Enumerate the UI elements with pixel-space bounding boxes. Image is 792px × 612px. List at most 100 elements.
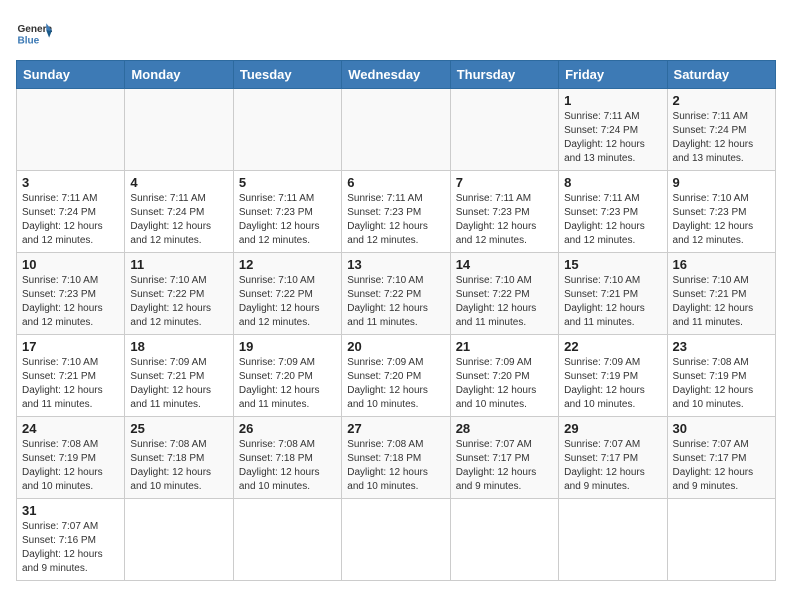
- week-row-5: 24Sunrise: 7:08 AM Sunset: 7:19 PM Dayli…: [17, 417, 776, 499]
- day-info: Sunrise: 7:11 AM Sunset: 7:23 PM Dayligh…: [239, 192, 336, 248]
- day-cell: [342, 89, 450, 171]
- day-number: 19: [239, 339, 336, 354]
- day-info: Sunrise: 7:10 AM Sunset: 7:21 PM Dayligh…: [22, 356, 119, 412]
- day-cell: 12 Sunrise: 7:10 AM Sunset: 7:22 PM Dayli…: [233, 253, 341, 335]
- day-cell: [233, 499, 341, 581]
- day-number: 12: [239, 257, 336, 272]
- day-info: Sunrise: 7:07 AM Sunset: 7:16 PM Dayligh…: [22, 520, 119, 576]
- day-number: 29: [564, 421, 661, 436]
- day-number: 11: [130, 257, 227, 272]
- calendar-table: SundayMondayTuesdayWednesdayThursdayFrid…: [16, 60, 776, 581]
- day-number: 23: [673, 339, 770, 354]
- day-cell: [667, 499, 775, 581]
- day-number: 9: [673, 175, 770, 190]
- day-cell: [342, 499, 450, 581]
- logo: General Blue: [16, 16, 52, 52]
- day-cell: [17, 89, 125, 171]
- day-cell: 30 Sunrise: 7:07 AM Sunset: 7:17 PM Dayli…: [667, 417, 775, 499]
- day-number: 18: [130, 339, 227, 354]
- col-header-friday: Friday: [559, 61, 667, 89]
- day-info: Sunrise: 7:09 AM Sunset: 7:21 PM Dayligh…: [130, 356, 227, 412]
- day-info: Sunrise: 7:10 AM Sunset: 7:23 PM Dayligh…: [673, 192, 770, 248]
- day-cell: 27 Sunrise: 7:08 AM Sunset: 7:18 PM Dayli…: [342, 417, 450, 499]
- day-number: 6: [347, 175, 444, 190]
- day-cell: [450, 89, 558, 171]
- day-number: 8: [564, 175, 661, 190]
- day-number: 21: [456, 339, 553, 354]
- day-number: 31: [22, 503, 119, 518]
- week-row-4: 17 Sunrise: 7:10 AM Sunset: 7:21 PM Dayli…: [17, 335, 776, 417]
- day-cell: 20 Sunrise: 7:09 AM Sunset: 7:20 PM Dayli…: [342, 335, 450, 417]
- day-info: Sunrise: 7:08 AM Sunset: 7:18 PM Dayligh…: [239, 438, 336, 494]
- header: General Blue: [16, 16, 776, 52]
- day-info: Sunrise: 7:11 AM Sunset: 7:23 PM Dayligh…: [564, 192, 661, 248]
- day-number: 13: [347, 257, 444, 272]
- day-info: Sunrise: 7:11 AM Sunset: 7:24 PM Dayligh…: [22, 192, 119, 248]
- day-cell: 19 Sunrise: 7:09 AM Sunset: 7:20 PM Dayli…: [233, 335, 341, 417]
- day-info: Sunrise: 7:07 AM Sunset: 7:17 PM Dayligh…: [673, 438, 770, 494]
- day-number: 3: [22, 175, 119, 190]
- day-info: Sunrise: 7:10 AM Sunset: 7:22 PM Dayligh…: [456, 274, 553, 330]
- day-cell: 16Sunrise: 7:10 AM Sunset: 7:21 PM Dayli…: [667, 253, 775, 335]
- day-info: Sunrise: 7:11 AM Sunset: 7:23 PM Dayligh…: [456, 192, 553, 248]
- day-info: Sunrise: 7:09 AM Sunset: 7:20 PM Dayligh…: [347, 356, 444, 412]
- day-cell: 21 Sunrise: 7:09 AM Sunset: 7:20 PM Dayli…: [450, 335, 558, 417]
- day-cell: 10Sunrise: 7:10 AM Sunset: 7:23 PM Dayli…: [17, 253, 125, 335]
- day-number: 26: [239, 421, 336, 436]
- day-info: Sunrise: 7:10 AM Sunset: 7:23 PM Dayligh…: [22, 274, 119, 330]
- day-number: 4: [130, 175, 227, 190]
- day-cell: 29Sunrise: 7:07 AM Sunset: 7:17 PM Dayli…: [559, 417, 667, 499]
- day-cell: [125, 499, 233, 581]
- day-info: Sunrise: 7:11 AM Sunset: 7:24 PM Dayligh…: [564, 110, 661, 166]
- day-cell: 23Sunrise: 7:08 AM Sunset: 7:19 PM Dayli…: [667, 335, 775, 417]
- day-cell: 17 Sunrise: 7:10 AM Sunset: 7:21 PM Dayli…: [17, 335, 125, 417]
- day-number: 24: [22, 421, 119, 436]
- day-cell: [233, 89, 341, 171]
- day-cell: 14Sunrise: 7:10 AM Sunset: 7:22 PM Dayli…: [450, 253, 558, 335]
- day-info: Sunrise: 7:10 AM Sunset: 7:22 PM Dayligh…: [130, 274, 227, 330]
- col-header-thursday: Thursday: [450, 61, 558, 89]
- day-info: Sunrise: 7:08 AM Sunset: 7:18 PM Dayligh…: [130, 438, 227, 494]
- week-row-3: 10Sunrise: 7:10 AM Sunset: 7:23 PM Dayli…: [17, 253, 776, 335]
- day-info: Sunrise: 7:09 AM Sunset: 7:20 PM Dayligh…: [456, 356, 553, 412]
- day-number: 28: [456, 421, 553, 436]
- day-cell: 18 Sunrise: 7:09 AM Sunset: 7:21 PM Dayli…: [125, 335, 233, 417]
- day-cell: 11 Sunrise: 7:10 AM Sunset: 7:22 PM Dayli…: [125, 253, 233, 335]
- day-info: Sunrise: 7:10 AM Sunset: 7:22 PM Dayligh…: [347, 274, 444, 330]
- col-header-tuesday: Tuesday: [233, 61, 341, 89]
- day-cell: 7 Sunrise: 7:11 AM Sunset: 7:23 PM Daylig…: [450, 171, 558, 253]
- day-cell: [125, 89, 233, 171]
- day-info: Sunrise: 7:09 AM Sunset: 7:19 PM Dayligh…: [564, 356, 661, 412]
- day-cell: 24Sunrise: 7:08 AM Sunset: 7:19 PM Dayli…: [17, 417, 125, 499]
- day-info: Sunrise: 7:10 AM Sunset: 7:21 PM Dayligh…: [673, 274, 770, 330]
- day-number: 22: [564, 339, 661, 354]
- day-info: Sunrise: 7:07 AM Sunset: 7:17 PM Dayligh…: [456, 438, 553, 494]
- day-number: 27: [347, 421, 444, 436]
- svg-text:Blue: Blue: [17, 35, 39, 46]
- day-number: 5: [239, 175, 336, 190]
- day-cell: 25Sunrise: 7:08 AM Sunset: 7:18 PM Dayli…: [125, 417, 233, 499]
- day-cell: 3 Sunrise: 7:11 AM Sunset: 7:24 PM Daylig…: [17, 171, 125, 253]
- day-info: Sunrise: 7:08 AM Sunset: 7:18 PM Dayligh…: [347, 438, 444, 494]
- day-cell: 6 Sunrise: 7:11 AM Sunset: 7:23 PM Daylig…: [342, 171, 450, 253]
- logo-icon: General Blue: [16, 16, 52, 52]
- day-cell: [559, 499, 667, 581]
- day-info: Sunrise: 7:10 AM Sunset: 7:22 PM Dayligh…: [239, 274, 336, 330]
- day-number: 20: [347, 339, 444, 354]
- day-cell: 13 Sunrise: 7:10 AM Sunset: 7:22 PM Dayli…: [342, 253, 450, 335]
- day-number: 17: [22, 339, 119, 354]
- day-number: 2: [673, 93, 770, 108]
- day-info: Sunrise: 7:11 AM Sunset: 7:24 PM Dayligh…: [130, 192, 227, 248]
- day-info: Sunrise: 7:09 AM Sunset: 7:20 PM Dayligh…: [239, 356, 336, 412]
- day-number: 15: [564, 257, 661, 272]
- day-info: Sunrise: 7:11 AM Sunset: 7:23 PM Dayligh…: [347, 192, 444, 248]
- day-number: 7: [456, 175, 553, 190]
- day-cell: 8 Sunrise: 7:11 AM Sunset: 7:23 PM Daylig…: [559, 171, 667, 253]
- day-cell: 9 Sunrise: 7:10 AM Sunset: 7:23 PM Daylig…: [667, 171, 775, 253]
- day-cell: 1 Sunrise: 7:11 AM Sunset: 7:24 PM Daylig…: [559, 89, 667, 171]
- day-cell: 5 Sunrise: 7:11 AM Sunset: 7:23 PM Daylig…: [233, 171, 341, 253]
- day-number: 30: [673, 421, 770, 436]
- day-cell: 28 Sunrise: 7:07 AM Sunset: 7:17 PM Dayli…: [450, 417, 558, 499]
- week-row-1: 1 Sunrise: 7:11 AM Sunset: 7:24 PM Daylig…: [17, 89, 776, 171]
- day-number: 1: [564, 93, 661, 108]
